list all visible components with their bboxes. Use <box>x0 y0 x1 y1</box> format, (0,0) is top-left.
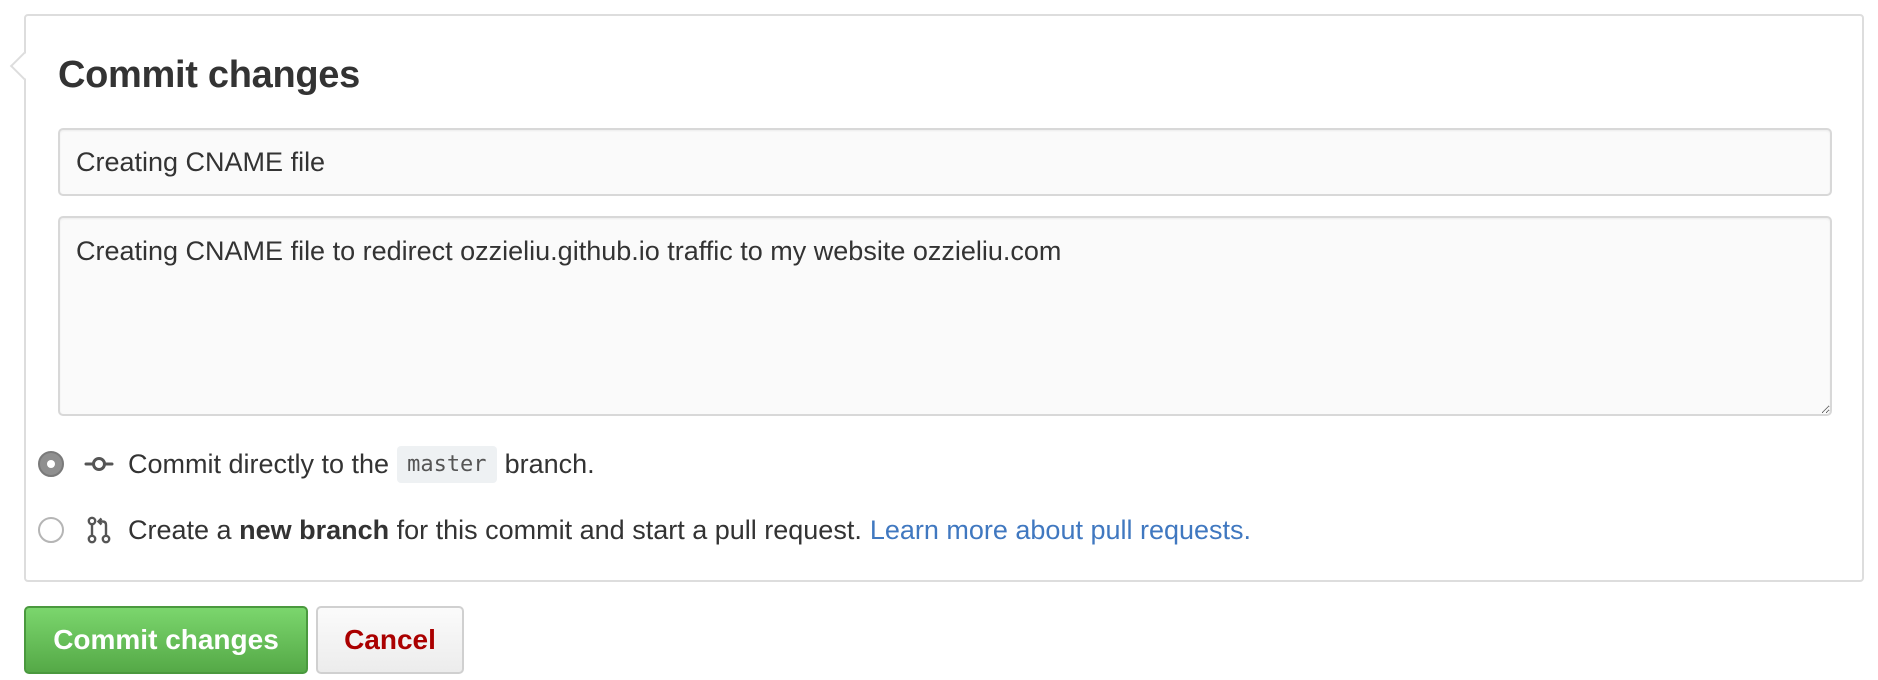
commit-direct-text-before: Commit directly to the <box>128 448 390 479</box>
commit-changes-button[interactable]: Commit changes <box>24 606 308 674</box>
commit-direct-option[interactable]: Commit directly to the master branch. <box>38 444 595 484</box>
learn-more-pull-requests-link[interactable]: Learn more about pull requests. <box>870 515 1251 546</box>
new-branch-bold-text: new branch <box>239 514 390 545</box>
new-branch-radio[interactable] <box>38 517 64 543</box>
panel-caret <box>9 51 39 81</box>
new-branch-text-before: Create a <box>128 514 232 545</box>
new-branch-text-after: for this commit and start a pull request… <box>396 514 862 545</box>
git-pull-request-icon <box>84 515 114 545</box>
commit-direct-text-after: branch. <box>504 448 595 479</box>
new-branch-option[interactable]: Create a new branch for this commit and … <box>38 510 1251 550</box>
commit-description-textarea[interactable]: Creating CNAME file to redirect ozzieliu… <box>58 216 1832 416</box>
form-title: Commit changes <box>58 54 360 96</box>
cancel-button[interactable]: Cancel <box>316 606 464 674</box>
git-commit-icon <box>84 449 114 479</box>
commit-summary-input[interactable] <box>58 128 1832 196</box>
commit-direct-radio[interactable] <box>38 451 64 477</box>
commit-form-panel: Commit changes Creating CNAME file to re… <box>9 14 1864 582</box>
branch-name-code: master <box>397 445 497 483</box>
